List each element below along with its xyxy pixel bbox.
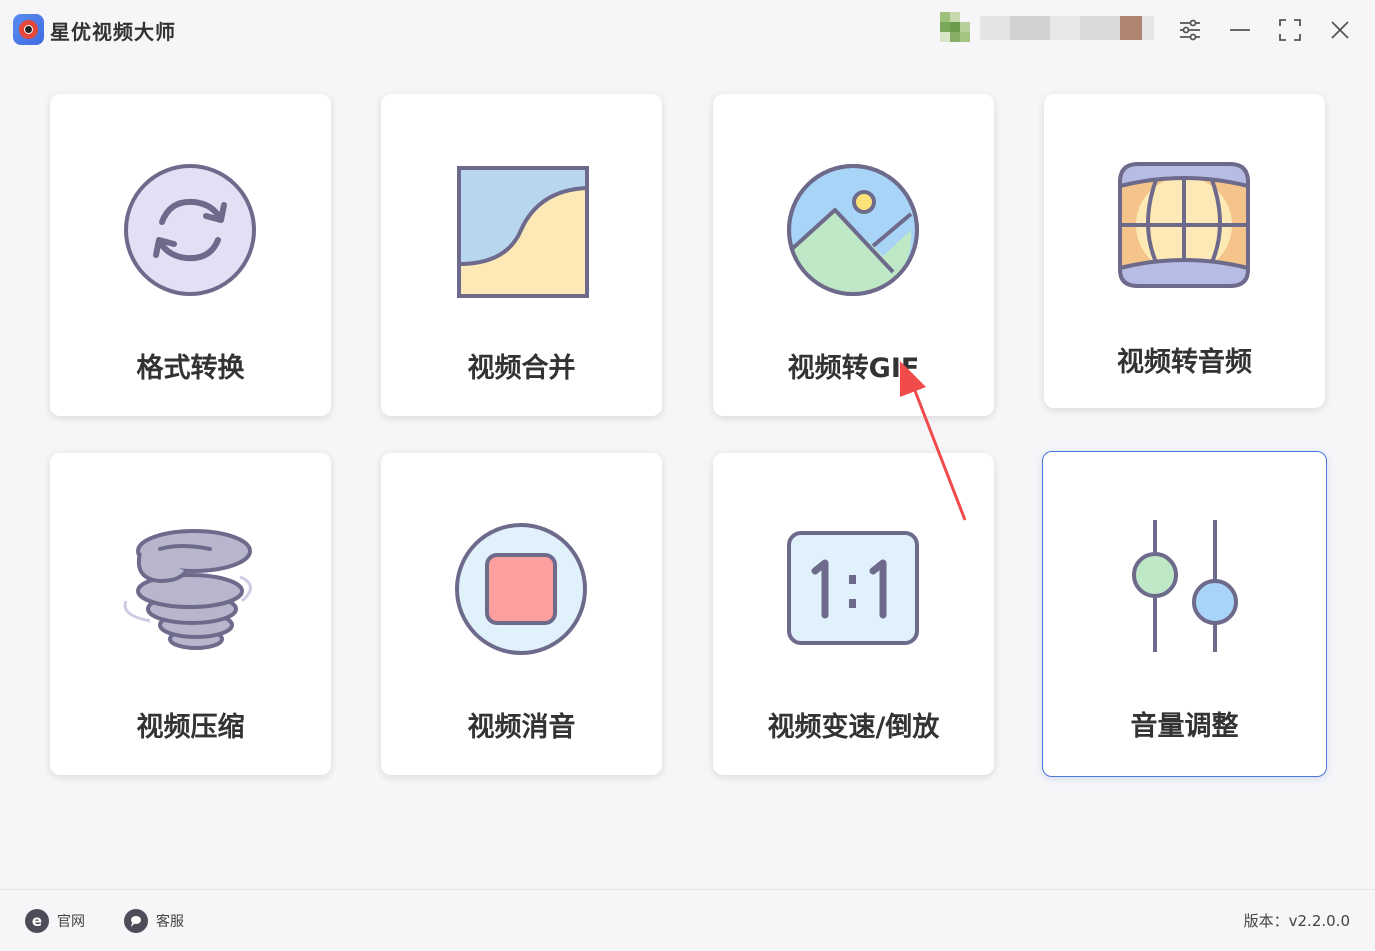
card-video-mute[interactable]: 视频消音: [381, 453, 662, 775]
minimize-icon[interactable]: [1224, 14, 1256, 46]
close-icon[interactable]: [1324, 14, 1356, 46]
card-label: 音量调整: [1130, 711, 1239, 742]
sliders-icon: [1115, 516, 1255, 656]
card-video-compress[interactable]: 视频压缩: [50, 453, 331, 775]
card-volume-adjust[interactable]: 音量调整: [1042, 451, 1327, 777]
audio-globe-icon: [1114, 156, 1254, 296]
card-format-convert[interactable]: 格式转换: [50, 94, 331, 416]
video-merge-icon: [451, 160, 591, 300]
format-convert-icon: [120, 160, 260, 300]
footer: e 官网 客服 版本：v2.2.0.0: [0, 889, 1375, 951]
version-text: 版本：v2.2.0.0: [1243, 912, 1350, 930]
card-label: 视频合并: [467, 353, 576, 384]
card-label: 视频消音: [467, 712, 576, 743]
support-label: 客服: [156, 914, 184, 930]
card-label: 视频变速/倒放: [767, 712, 940, 743]
chat-icon: [124, 909, 148, 933]
stop-icon: [451, 519, 591, 659]
website-link[interactable]: e 官网: [25, 909, 85, 933]
user-name-blurred: [980, 16, 1154, 40]
annotation-arrow: [900, 361, 967, 521]
gif-image-icon: [783, 160, 923, 300]
card-label: 视频压缩: [136, 712, 245, 743]
user-avatar[interactable]: [940, 12, 974, 46]
browser-icon: e: [25, 909, 49, 933]
card-label: 视频转音频: [1117, 347, 1252, 378]
app-title: 星优视频大师: [50, 20, 176, 44]
card-video-merge[interactable]: 视频合并: [381, 94, 662, 416]
title-bar: 星优视频大师: [0, 0, 1375, 60]
tornado-icon: [120, 519, 260, 659]
settings-icon[interactable]: [1174, 14, 1206, 46]
maximize-icon[interactable]: [1274, 14, 1306, 46]
support-link[interactable]: 客服: [124, 909, 184, 933]
card-video-to-audio[interactable]: 视频转音频: [1044, 94, 1325, 408]
card-label: 格式转换: [136, 353, 245, 384]
app-logo: [13, 14, 44, 45]
ratio-icon: [783, 519, 923, 659]
website-label: 官网: [57, 914, 85, 930]
